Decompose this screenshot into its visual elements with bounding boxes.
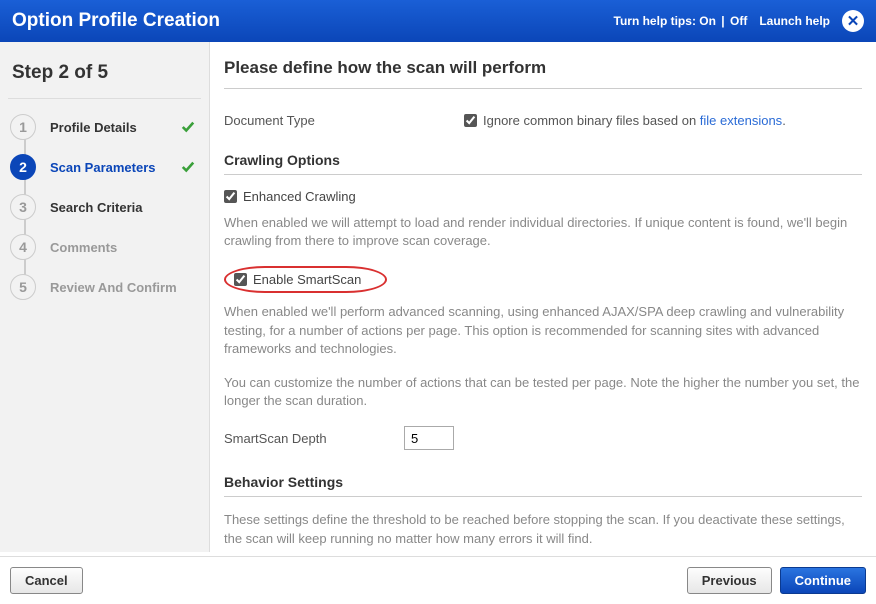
step-label: Search Criteria — [50, 200, 201, 215]
behavior-settings-heading: Behavior Settings — [224, 474, 862, 497]
step-search-criteria[interactable]: 3 Search Criteria — [8, 187, 201, 227]
pipe-separator: | — [721, 14, 724, 28]
ignore-binary-text: Ignore common binary files based on file… — [483, 113, 786, 128]
enhanced-crawling-checkbox[interactable] — [224, 190, 237, 203]
previous-button[interactable]: Previous — [687, 567, 772, 594]
main-panel: Please define how the scan will perform … — [210, 42, 876, 552]
smartscan-depth-input[interactable] — [404, 426, 454, 450]
help-tips-group: Turn help tips: On | Off — [614, 14, 748, 28]
smartscan-description-1: When enabled we'll perform advanced scan… — [224, 303, 862, 358]
step-label: Review And Confirm — [50, 280, 201, 295]
step-number: 3 — [10, 194, 36, 220]
step-review-confirm[interactable]: 5 Review And Confirm — [8, 267, 201, 307]
help-tips-label: Turn help tips: — [614, 14, 696, 28]
document-type-label: Document Type — [224, 113, 464, 128]
step-label: Scan Parameters — [50, 160, 181, 175]
launch-help-link[interactable]: Launch help — [759, 14, 830, 28]
smartscan-depth-label: SmartScan Depth — [224, 431, 404, 446]
ignore-binary-pre: Ignore common binary files based on — [483, 113, 700, 128]
check-icon — [181, 160, 195, 174]
close-icon[interactable]: ✕ — [842, 10, 864, 32]
ignore-binary-checkbox[interactable] — [464, 114, 477, 127]
file-extensions-link[interactable]: file extensions — [700, 113, 782, 128]
ignore-binary-post: . — [782, 113, 786, 128]
enable-smartscan-label: Enable SmartScan — [253, 272, 361, 287]
help-tips-on[interactable]: On — [699, 14, 716, 28]
step-label: Comments — [50, 240, 201, 255]
cancel-button[interactable]: Cancel — [10, 567, 83, 594]
step-label: Profile Details — [50, 120, 181, 135]
behavior-settings-description: These settings define the threshold to b… — [224, 511, 862, 547]
step-number: 2 — [10, 154, 36, 180]
enhanced-crawling-description: When enabled we will attempt to load and… — [224, 214, 862, 250]
dialog-header: Option Profile Creation Turn help tips: … — [0, 0, 876, 42]
help-tips-off[interactable]: Off — [730, 14, 747, 28]
dialog-footer: Cancel Previous Continue — [0, 556, 876, 604]
step-number: 4 — [10, 234, 36, 260]
enable-smartscan-checkbox[interactable] — [234, 273, 247, 286]
step-scan-parameters[interactable]: 2 Scan Parameters — [8, 147, 201, 187]
smartscan-depth-row: SmartScan Depth — [224, 426, 862, 450]
ignore-binary-control: Ignore common binary files based on file… — [464, 113, 786, 128]
step-profile-details[interactable]: 1 Profile Details — [8, 107, 201, 147]
enhanced-crawling-row: Enhanced Crawling — [224, 189, 862, 204]
smartscan-highlight: Enable SmartScan — [224, 266, 387, 293]
document-type-row: Document Type Ignore common binary files… — [224, 113, 862, 128]
step-heading: Step 2 of 5 — [8, 56, 201, 99]
step-number: 5 — [10, 274, 36, 300]
crawling-options-heading: Crawling Options — [224, 152, 862, 175]
continue-button[interactable]: Continue — [780, 567, 866, 594]
dialog-title: Option Profile Creation — [12, 10, 220, 32]
step-list: 1 Profile Details 2 Scan Parameters 3 Se… — [8, 107, 201, 307]
smartscan-description-2: You can customize the number of actions … — [224, 374, 862, 410]
wizard-sidebar: Step 2 of 5 1 Profile Details 2 Scan Par… — [0, 42, 210, 552]
page-title: Please define how the scan will perform — [224, 58, 862, 89]
header-actions: Turn help tips: On | Off Launch help ✕ — [614, 10, 865, 32]
step-number: 1 — [10, 114, 36, 140]
enhanced-crawling-label: Enhanced Crawling — [243, 189, 356, 204]
step-comments[interactable]: 4 Comments — [8, 227, 201, 267]
check-icon — [181, 120, 195, 134]
